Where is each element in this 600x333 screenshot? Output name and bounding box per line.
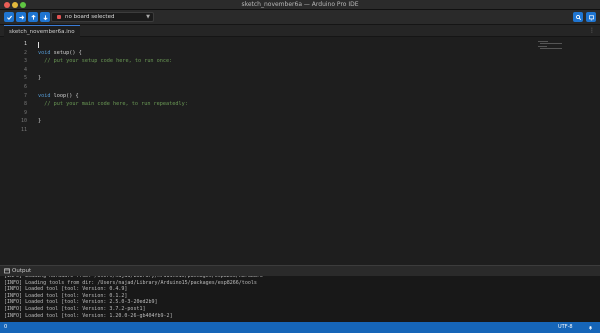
- board-label: no board selected: [65, 14, 115, 20]
- code-line: // put your setup code here, to run once…: [44, 58, 173, 65]
- debug-button[interactable]: [28, 12, 38, 22]
- board-selector[interactable]: no board selected ▼: [51, 12, 154, 22]
- line-number: 3: [23, 58, 27, 65]
- output-line: [INFO] Loaded tool [tool: Version: 1.20.…: [4, 312, 173, 319]
- toolbar: no board selected ▼: [0, 10, 600, 25]
- output-panel-header: Output: [0, 265, 600, 276]
- code-line: void setup() {: [38, 49, 82, 56]
- line-number-gutter: 1 2 3 4 5 6 7 8 9 10 11: [0, 37, 30, 265]
- output-line: [INFO] Loaded tool [tool: Version: 0.1.2…: [4, 292, 128, 299]
- minimap-line: [538, 46, 547, 47]
- minimap-line: [540, 48, 562, 49]
- minimap-line: [540, 43, 562, 44]
- line-number: 6: [23, 84, 27, 90]
- line-number: 5: [23, 75, 27, 82]
- output-line: [INFO] Loaded tool [tool: Version: 0.4.9…: [4, 286, 128, 293]
- code-line: void loop() {: [38, 92, 79, 99]
- more-icon[interactable]: ⋮: [589, 25, 595, 37]
- code-line: }: [38, 75, 42, 82]
- serial-plotter-button[interactable]: [573, 12, 583, 22]
- arrow-up-icon: [30, 14, 36, 20]
- line-number: 11: [20, 127, 27, 133]
- monitor-icon: [588, 14, 594, 20]
- output-line: [INFO] Loading tools from dir: /Users/na…: [4, 279, 257, 286]
- upload-button[interactable]: [16, 12, 26, 22]
- checkmark-icon: [6, 15, 12, 20]
- status-left[interactable]: 0: [4, 322, 7, 333]
- output-line: [INFO] Loading hardware from: /Users/naj…: [4, 276, 263, 279]
- minimap[interactable]: [538, 40, 562, 50]
- line-number: 7: [23, 92, 27, 99]
- serial-monitor-button[interactable]: [586, 12, 596, 22]
- line-number: 10: [20, 118, 27, 125]
- text-cursor: [38, 42, 39, 48]
- output-console[interactable]: [INFO] Loading hardware from: /Users/naj…: [0, 276, 600, 322]
- bell-icon[interactable]: [588, 325, 593, 330]
- line-number: 2: [23, 49, 27, 56]
- line-number: 9: [23, 109, 27, 116]
- encoding-indicator[interactable]: UTF-8: [558, 322, 573, 333]
- minimap-line: [538, 41, 548, 42]
- new-sketch-button[interactable]: [40, 12, 50, 22]
- output-line: [INFO] Loaded tool [tool: Version: 3.7.2…: [4, 306, 146, 312]
- arrow-right-icon: [18, 14, 24, 20]
- verify-button[interactable]: [4, 12, 14, 22]
- output-icon: [4, 268, 10, 274]
- code-line: }: [38, 118, 42, 125]
- tab-sketch[interactable]: sketch_november6a.ino: [4, 25, 80, 37]
- arrow-down-icon: [42, 14, 48, 20]
- line-number: 1: [23, 41, 27, 47]
- chevron-down-icon: ▼: [146, 14, 150, 20]
- status-bar: 0 UTF-8: [0, 322, 600, 333]
- title-bar: sketch_november6a — Arduino Pro IDE: [0, 0, 600, 10]
- tab-bar: sketch_november6a.ino ⋮: [0, 25, 600, 37]
- window-title: sketch_november6a — Arduino Pro IDE: [241, 1, 359, 8]
- line-number: 4: [23, 66, 27, 73]
- line-number: 8: [23, 101, 27, 108]
- code-editor[interactable]: 1 2 3 4 5 6 7 8 9 10 11 void setup() { // put your…: [0, 37, 600, 265]
- output-line: [INFO] Loaded tool [tool: Version: 2.5.0…: [4, 299, 158, 306]
- board-status-icon: [57, 15, 61, 19]
- code-line: // put your main code here, to run repea…: [44, 101, 188, 108]
- search-icon: [575, 14, 581, 20]
